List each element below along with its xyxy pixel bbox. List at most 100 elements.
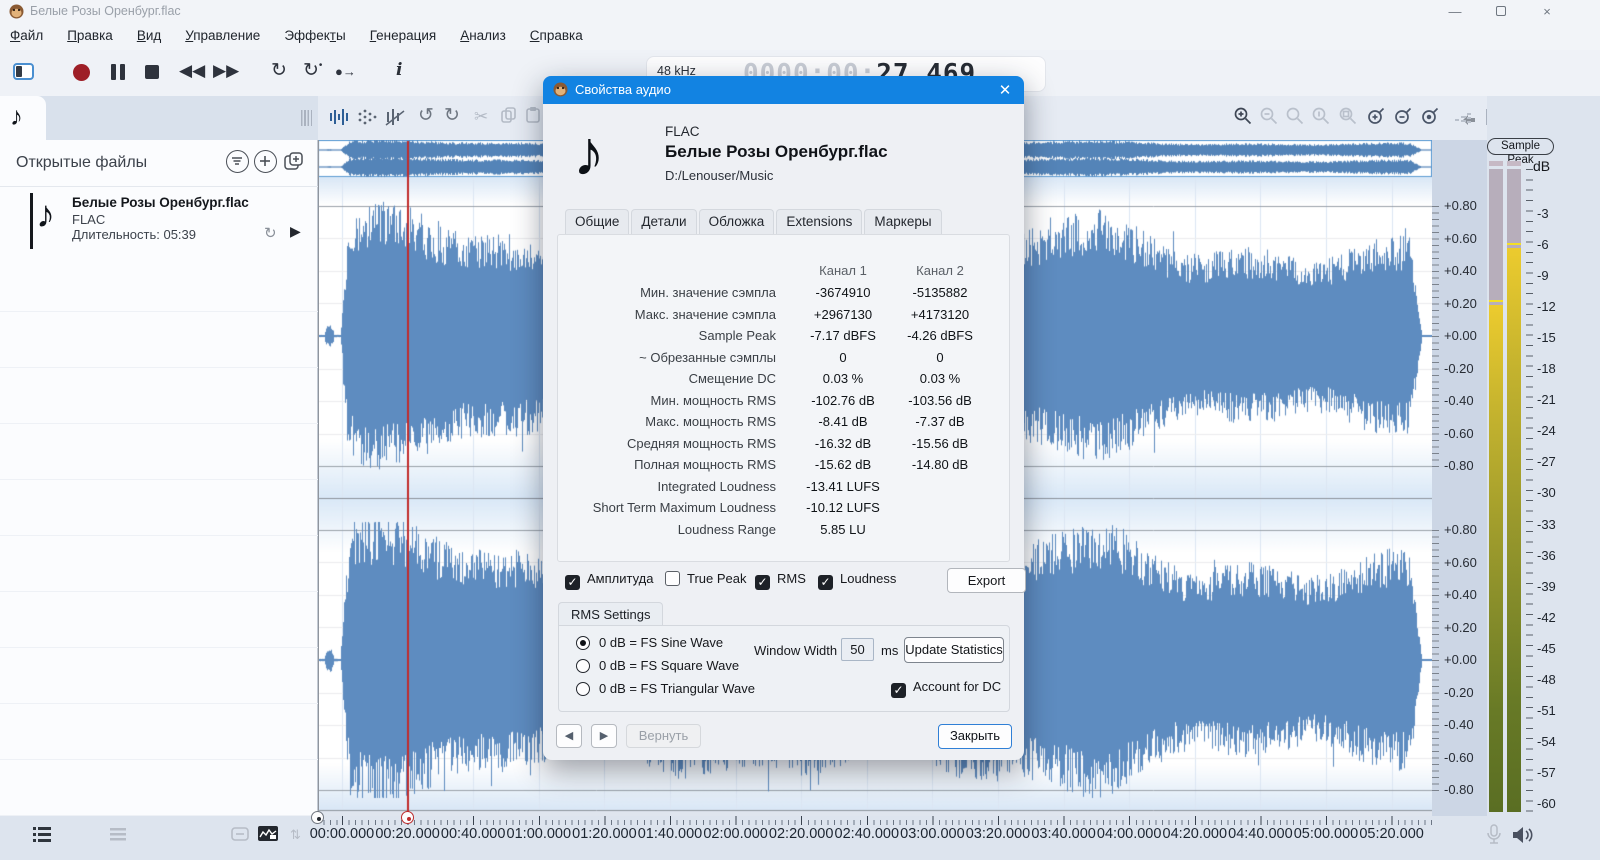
dialog-tab[interactable]: Обложка <box>698 209 775 234</box>
menu-item[interactable]: Эффекты <box>284 28 345 43</box>
stat-label: Мин. мощность RMS <box>650 392 777 408</box>
filter-icon[interactable] <box>226 150 249 173</box>
timeline-label: 00:20.000 <box>375 826 440 842</box>
checkbox[interactable]: ✓ <box>565 575 580 590</box>
sidebar-toggle-icon[interactable] <box>13 63 34 80</box>
swap-channels-icon[interactable]: ⇅ <box>290 827 301 843</box>
radio-button[interactable] <box>576 636 590 650</box>
play-icon[interactable]: ▶ <box>290 223 301 240</box>
amp-label: +0.20 <box>1444 619 1477 635</box>
radio-button[interactable] <box>576 659 590 673</box>
account-for-dc-checkbox[interactable]: ✓ Account for DC <box>891 679 1001 698</box>
meter-mode-pill[interactable]: Sample Peak <box>1487 138 1554 166</box>
info-icon[interactable]: i <box>396 60 402 80</box>
selection-start-marker[interactable] <box>311 811 324 824</box>
checkbox[interactable]: ✓ <box>755 575 770 590</box>
close-button[interactable]: × <box>1537 2 1557 22</box>
zoom-one-icon[interactable] <box>1311 106 1331 126</box>
maximize-button[interactable] <box>1491 2 1511 22</box>
close-dialog-button[interactable]: Закрыть <box>938 724 1012 749</box>
menu-item[interactable]: Правка <box>67 28 113 43</box>
zoom-fit-icon[interactable] <box>1338 106 1358 126</box>
paste-icon[interactable] <box>524 106 542 127</box>
timeline-label: 04:20.000 <box>1162 826 1228 842</box>
cut-icon[interactable]: ✂ <box>474 107 488 127</box>
stop-button[interactable] <box>145 65 159 79</box>
checkbox[interactable]: ✓ <box>891 683 906 698</box>
dialog-tab[interactable]: Детали <box>631 209 697 234</box>
zoom-in-icon[interactable] <box>1233 106 1253 126</box>
undo-icon[interactable]: ↺ <box>418 104 434 127</box>
menu-item[interactable]: Справка <box>530 28 583 43</box>
amp-label: +0.80 <box>1444 198 1477 213</box>
forward-button[interactable]: ▶▶ <box>213 61 239 81</box>
vzoom-fit-icon[interactable] <box>1420 106 1440 126</box>
combined-view-icon[interactable] <box>384 106 406 131</box>
playhead-marker[interactable] <box>401 811 414 824</box>
levels-icon[interactable] <box>1452 106 1472 129</box>
compact-view-icon[interactable] <box>231 827 249 844</box>
duplicate-add-icon[interactable] <box>282 150 305 173</box>
sidebar-tab-strip: ♪ <box>0 96 318 140</box>
prev-file-button[interactable]: ◀ <box>556 724 582 748</box>
checkbox-label: Loudness <box>840 571 897 586</box>
revert-button[interactable]: Вернуть <box>626 724 701 748</box>
speaker-icon[interactable] <box>1512 826 1536 847</box>
toolbar-grip[interactable] <box>304 110 312 126</box>
update-statistics-button[interactable]: Update Statistics <box>904 637 1004 663</box>
dialog-tab[interactable]: Маркеры <box>864 209 942 234</box>
export-button[interactable]: Export <box>947 568 1026 593</box>
record-button[interactable] <box>73 64 90 81</box>
dialog-tab[interactable]: Extensions <box>776 209 863 234</box>
timeline-ruler[interactable]: 00:00.000 00:20.000 00:40.000 01:00.000 01:2… <box>310 816 1432 860</box>
dialog-title-bar[interactable]: Свойства аудио ✕ <box>543 76 1024 104</box>
zoom-out-icon[interactable] <box>1259 106 1279 126</box>
stat-value-ch1: -13.41 LUFS <box>806 478 880 494</box>
loop-icon[interactable]: ↻ <box>264 224 277 242</box>
file-list-item[interactable]: ♪ Белые Розы Оренбург.flac FLAC Длительн… <box>0 190 318 256</box>
minimize-button[interactable]: — <box>1445 2 1465 22</box>
add-file-icon[interactable] <box>254 150 277 173</box>
rms-settings-tab[interactable]: RMS Settings <box>558 602 664 627</box>
loop-icon[interactable]: ↻ <box>271 59 287 82</box>
sidebar-tab-files[interactable]: ♪ <box>0 96 46 140</box>
menu-item[interactable]: Анализ <box>460 28 506 43</box>
next-file-button[interactable]: ▶ <box>591 724 617 748</box>
waveform-view-icon[interactable] <box>328 106 350 131</box>
stat-value-ch1: -16.32 dB <box>814 435 872 451</box>
window-width-input[interactable]: 50 <box>841 638 874 661</box>
rewind-button[interactable]: ◀◀ <box>179 61 205 81</box>
menu-item[interactable]: Вид <box>137 28 161 43</box>
db-label: -27 <box>1537 454 1556 470</box>
menu-item[interactable]: Управление <box>185 28 260 43</box>
play-from-cursor-icon[interactable]: ●→ <box>335 64 356 79</box>
stat-value-ch1: 0 <box>839 349 847 365</box>
db-label: -30 <box>1537 485 1556 501</box>
pause-button[interactable] <box>111 64 116 80</box>
list-view-icon[interactable] <box>32 825 52 846</box>
spectral-view-icon[interactable] <box>356 106 378 131</box>
stat-label: Sample Peak <box>698 328 776 343</box>
amp-label: +0.00 <box>1444 328 1477 343</box>
checkbox[interactable] <box>665 571 680 586</box>
copy-icon[interactable] <box>500 106 518 127</box>
microphone-icon[interactable] <box>1486 824 1502 849</box>
zoom-selection-icon[interactable] <box>1285 106 1305 126</box>
redo-icon[interactable]: ↻ <box>444 104 460 127</box>
radio-button[interactable] <box>576 682 590 696</box>
menu-item[interactable]: Файл <box>10 28 43 43</box>
stat-value-ch1: -15.62 dB <box>814 457 872 472</box>
vzoom-out-icon[interactable] <box>1393 106 1413 126</box>
db-label: -39 <box>1537 578 1556 594</box>
stat-value-ch1: 5.85 LU <box>820 521 866 537</box>
menu-item[interactable]: Генерация <box>370 28 437 43</box>
dialog-close-icon[interactable]: ✕ <box>996 81 1014 99</box>
vzoom-in-icon[interactable] <box>1366 106 1386 126</box>
dialog-tab[interactable]: Общие <box>565 209 630 234</box>
checkbox[interactable]: ✓ <box>818 575 833 590</box>
menu-lines-icon[interactable] <box>108 825 128 846</box>
loop-once-icon[interactable]: ↻• <box>303 59 322 82</box>
minimap-toggle-icon[interactable] <box>258 826 278 844</box>
stat-value-ch1: -3674910 <box>815 285 871 300</box>
meter-bar-left <box>1489 169 1503 812</box>
